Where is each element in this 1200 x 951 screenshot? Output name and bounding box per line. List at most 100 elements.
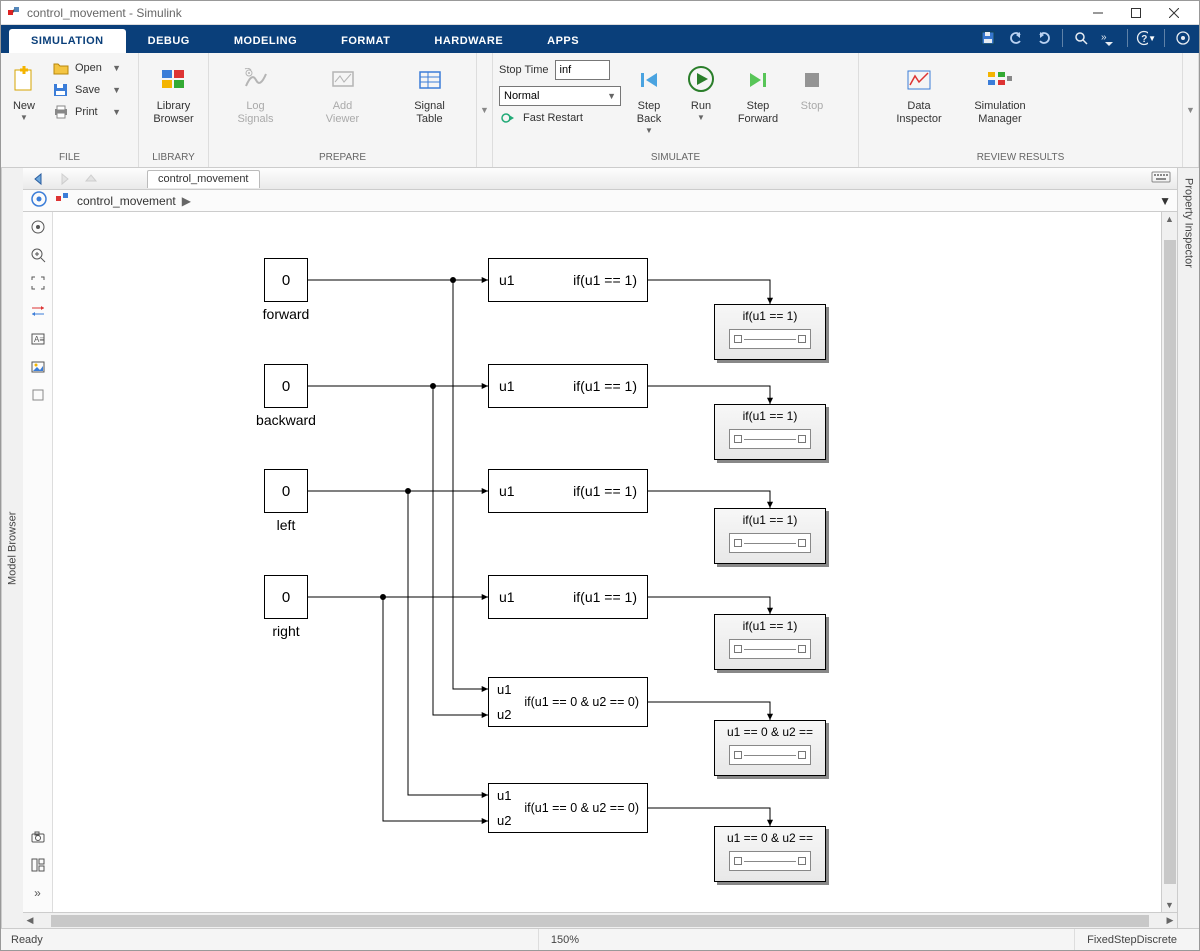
if-action-subsystem[interactable]: if(u1 == 1): [714, 614, 826, 670]
if-block[interactable]: u1if(u1 == 1): [488, 258, 648, 302]
if-action-subsystem[interactable]: if(u1 == 1): [714, 304, 826, 360]
if-block[interactable]: u1 u2 if(u1 == 0 & u2 == 0): [488, 783, 648, 833]
if-block[interactable]: u1 u2 if(u1 == 0 & u2 == 0): [488, 677, 648, 727]
status-ready: Ready: [11, 929, 55, 950]
if-block[interactable]: u1if(u1 == 1): [488, 364, 648, 408]
constant-block[interactable]: 0: [264, 575, 308, 619]
constant-label: forward: [263, 306, 310, 322]
review-group-label: REVIEW RESULTS: [865, 150, 1176, 165]
add-viewer-button[interactable]: Add Viewer: [308, 58, 378, 130]
tab-simulation[interactable]: SIMULATION: [9, 29, 126, 53]
review-expander[interactable]: ▼: [1183, 53, 1199, 167]
if-action-subsystem[interactable]: if(u1 == 1): [714, 404, 826, 460]
status-bar: Ready 150% FixedStepDiscrete: [1, 928, 1199, 950]
annotation-icon[interactable]: A≡: [27, 328, 49, 350]
toolstrip: New ▼ Open▼ Save▼ Print▼ FILE: [1, 53, 1199, 168]
signal-table-button[interactable]: Signal Table: [395, 58, 465, 130]
tab-debug[interactable]: DEBUG: [126, 29, 212, 53]
expand-icon[interactable]: »: [27, 882, 49, 904]
new-button[interactable]: New ▼: [7, 58, 41, 126]
titlebar: control_movement - Simulink: [1, 1, 1199, 25]
open-button[interactable]: Open▼: [47, 58, 127, 78]
undo-icon[interactable]: [1006, 27, 1026, 49]
constant-label: backward: [256, 412, 316, 428]
search-icon[interactable]: [1071, 27, 1091, 49]
constant-label: left: [277, 517, 296, 533]
if-action-subsystem[interactable]: u1 == 0 & u2 ==: [714, 720, 826, 776]
vscrollbar[interactable]: ▲ ▼: [1161, 212, 1177, 912]
prepare-group-label: PREPARE: [215, 150, 470, 165]
simulate-group-label: SIMULATE: [499, 150, 852, 165]
simmode-select[interactable]: Normal▼: [499, 86, 621, 106]
constant-label: right: [272, 623, 299, 639]
save-quick-icon[interactable]: [978, 27, 998, 49]
zoom-icon[interactable]: [27, 244, 49, 266]
close-button[interactable]: [1155, 1, 1193, 25]
if-block[interactable]: u1if(u1 == 1): [488, 469, 648, 513]
overflow-icon[interactable]: »: [1099, 27, 1119, 49]
breadcrumb-name[interactable]: control_movement: [77, 194, 176, 208]
breadcrumb: control_movement ▶ ▼: [23, 190, 1177, 212]
stoptime-input[interactable]: [555, 60, 610, 80]
library-group-label: LIBRARY: [145, 150, 202, 165]
area-icon[interactable]: [27, 384, 49, 406]
stoptime-label: Stop Time: [499, 64, 549, 76]
canvas-palette: A≡ »: [23, 212, 53, 912]
hscrollbar[interactable]: ◀ ▶: [23, 912, 1177, 928]
tab-hardware[interactable]: HARDWARE: [412, 29, 525, 53]
main-tabs: SIMULATION DEBUG MODELING FORMAT HARDWAR…: [1, 25, 1199, 53]
window-title: control_movement - Simulink: [27, 6, 1079, 20]
constant-block[interactable]: 0: [264, 364, 308, 408]
fit-screen-icon[interactable]: [27, 272, 49, 294]
step-forward-button[interactable]: Step Forward: [729, 58, 787, 130]
model-browser-tab[interactable]: Model Browser: [1, 168, 23, 928]
svg-text:»: »: [1101, 32, 1107, 43]
stop-button[interactable]: Stop: [791, 58, 833, 117]
nav-forward-icon[interactable]: [55, 170, 75, 188]
target-icon[interactable]: [1173, 27, 1193, 49]
status-solver[interactable]: FixedStepDiscrete: [1074, 929, 1189, 950]
if-action-subsystem[interactable]: u1 == 0 & u2 ==: [714, 826, 826, 882]
if-block[interactable]: u1if(u1 == 1): [488, 575, 648, 619]
screenshot-icon[interactable]: [27, 826, 49, 848]
model-canvas[interactable]: 0 forward 0 backward 0 left 0 right u1if(u1 == 1…: [53, 212, 1161, 912]
minimize-button[interactable]: [1079, 1, 1117, 25]
nav-up-icon[interactable]: [81, 170, 101, 188]
breadcrumb-arrow-icon[interactable]: ▶: [182, 194, 191, 208]
run-button[interactable]: Run ▼: [677, 58, 725, 126]
fit-view-icon[interactable]: [27, 216, 49, 238]
print-button[interactable]: Print▼: [47, 102, 127, 122]
model-icon[interactable]: [29, 191, 49, 210]
tab-format[interactable]: FORMAT: [319, 29, 412, 53]
constant-block[interactable]: 0: [264, 258, 308, 302]
simulation-manager-button[interactable]: Simulation Manager: [963, 58, 1037, 130]
model-tab[interactable]: control_movement: [147, 170, 260, 188]
redo-icon[interactable]: [1034, 27, 1054, 49]
save-button[interactable]: Save▼: [47, 80, 127, 100]
svg-text:?: ?: [1141, 34, 1147, 45]
sample-time-icon[interactable]: [27, 300, 49, 322]
panel-icon[interactable]: [27, 854, 49, 876]
if-action-subsystem[interactable]: if(u1 == 1): [714, 508, 826, 564]
status-zoom[interactable]: 150%: [538, 929, 591, 950]
help-icon[interactable]: ?▼: [1136, 27, 1156, 49]
svg-text:A≡: A≡: [34, 335, 44, 344]
fast-restart-button[interactable]: Fast Restart: [499, 109, 621, 127]
keyboard-icon[interactable]: [1151, 170, 1171, 187]
tab-modeling[interactable]: MODELING: [212, 29, 319, 53]
library-browser-button[interactable]: Library Browser: [146, 58, 202, 130]
log-signals-button[interactable]: Log Signals: [221, 58, 291, 130]
model-type-icon: [55, 192, 71, 209]
file-group-label: FILE: [7, 150, 132, 165]
nav-back-icon[interactable]: [29, 170, 49, 188]
property-inspector-tab[interactable]: Property Inspector: [1177, 168, 1199, 928]
prepare-expander[interactable]: ▼: [477, 53, 493, 167]
data-inspector-button[interactable]: Data Inspector: [885, 58, 953, 130]
image-icon[interactable]: [27, 356, 49, 378]
maximize-button[interactable]: [1117, 1, 1155, 25]
breadcrumb-dropdown[interactable]: ▼: [1159, 194, 1171, 208]
constant-block[interactable]: 0: [264, 469, 308, 513]
app-icon: [7, 6, 21, 20]
tab-apps[interactable]: APPS: [525, 29, 601, 53]
step-back-button[interactable]: Step Back ▼: [625, 58, 673, 139]
